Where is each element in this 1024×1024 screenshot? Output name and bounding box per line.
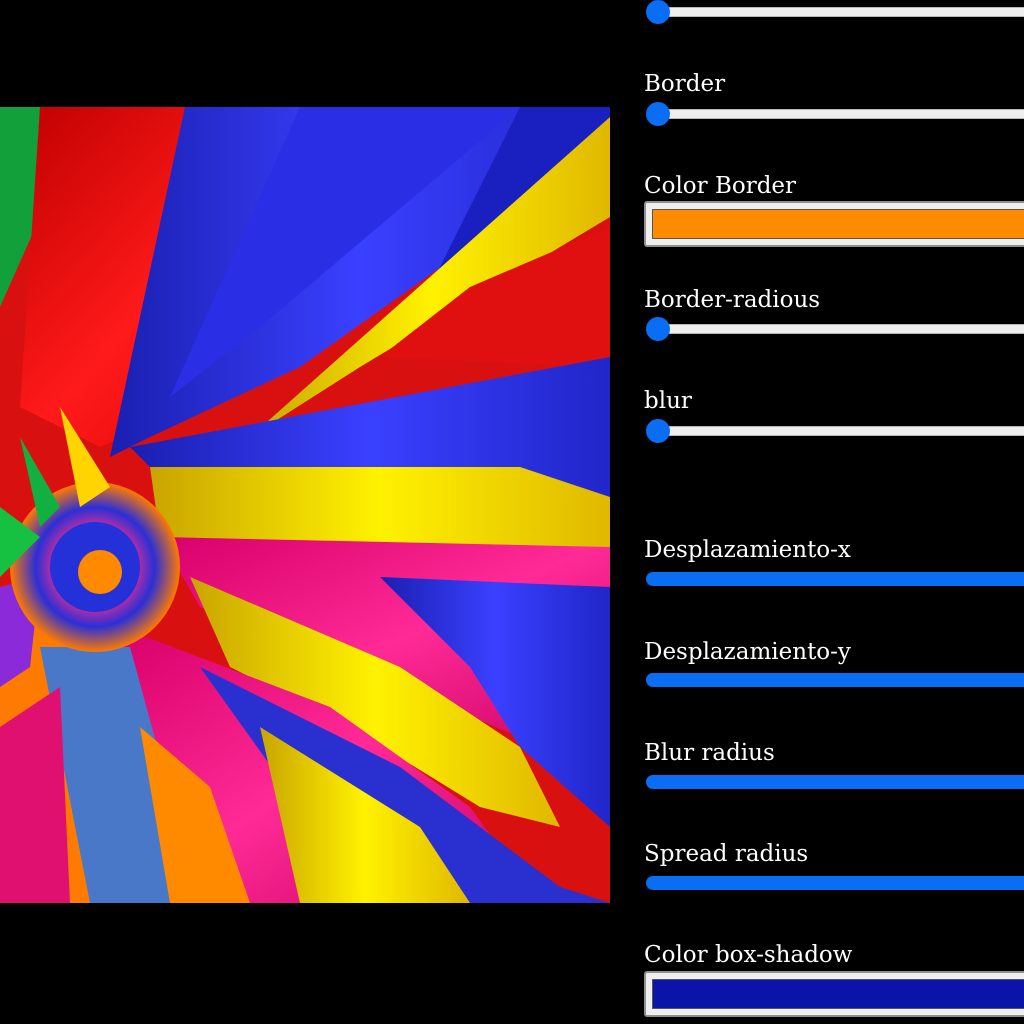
slider-track [656, 426, 1024, 436]
border-slider[interactable] [644, 101, 1024, 127]
border-radius-label: Border-radious [644, 287, 821, 313]
slider-track [656, 109, 1024, 119]
blur-label: blur [644, 388, 692, 414]
desplazamiento-y-label: Desplazamiento-y [644, 639, 851, 665]
spread-radius-label: Spread radius [644, 841, 809, 867]
blur-radius-label: Blur radius [644, 740, 775, 766]
slider-track [656, 324, 1024, 334]
slider-track [656, 7, 1024, 17]
slider-thumb[interactable] [646, 317, 670, 341]
blur-slider[interactable] [644, 418, 1024, 444]
desplazamiento-y-slider[interactable] [646, 673, 1024, 687]
fractal-art-image [0, 107, 610, 903]
desplazamiento-x-label: Desplazamiento-x [644, 537, 851, 563]
blur-radius-slider[interactable] [646, 775, 1024, 789]
slider-thumb[interactable] [646, 102, 670, 126]
color-border-label: Color Border [644, 173, 797, 199]
color-box-shadow-picker[interactable] [644, 971, 1024, 1017]
color-box-shadow-swatch [652, 979, 1024, 1009]
top-slider[interactable] [644, 0, 1024, 25]
border-label: Border [644, 71, 726, 97]
spread-radius-slider[interactable] [646, 876, 1024, 890]
color-border-picker[interactable] [644, 201, 1024, 247]
desplazamiento-x-slider[interactable] [646, 572, 1024, 586]
slider-thumb[interactable] [646, 0, 670, 24]
slider-thumb[interactable] [646, 419, 670, 443]
border-radius-slider[interactable] [644, 316, 1024, 342]
controls-panel: Border Color Border Border-radious blur … [644, 0, 1024, 1024]
color-box-shadow-label: Color box-shadow [644, 942, 853, 968]
color-border-swatch [652, 209, 1024, 239]
